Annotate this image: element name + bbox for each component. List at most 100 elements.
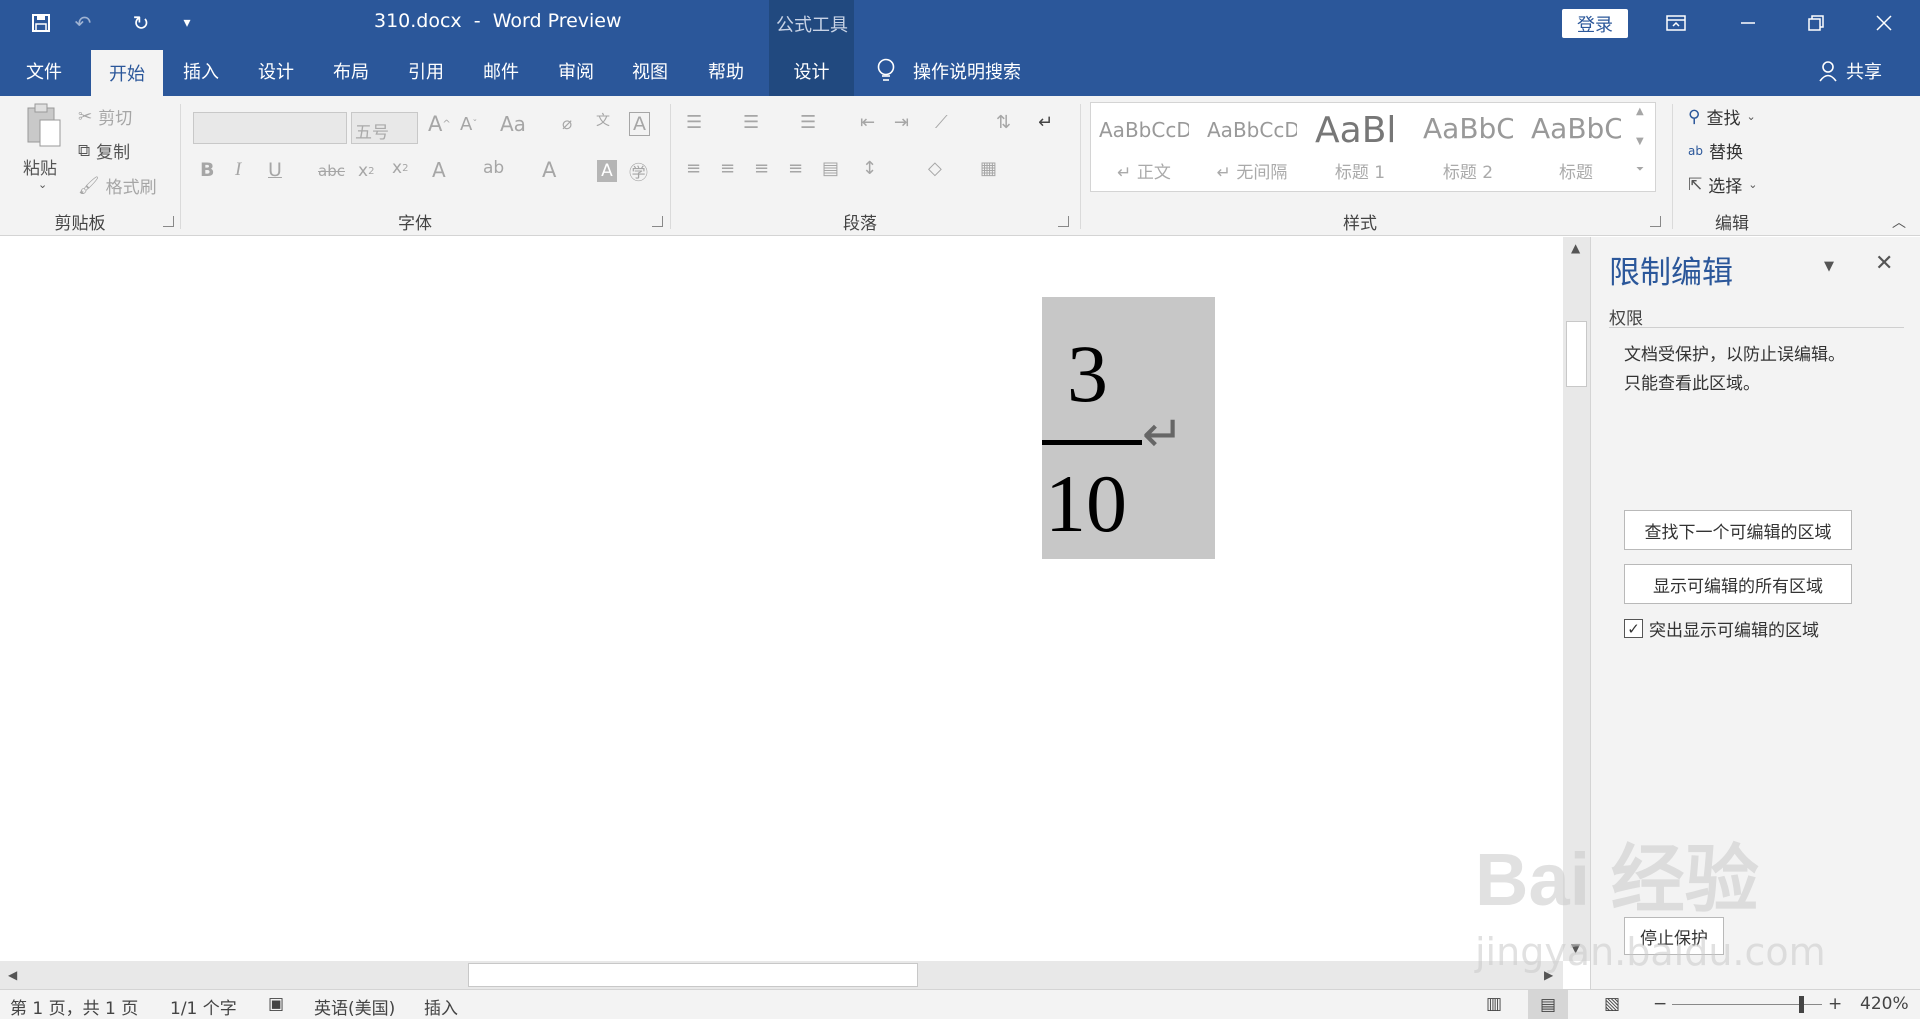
line-spacing-icon[interactable]: ↕ [862,158,877,179]
ribbon-display-options-icon[interactable] [1648,0,1704,46]
distributed-icon[interactable]: ▤ [822,158,839,179]
proofing-icon[interactable]: ▣ [268,994,284,1014]
replace-button[interactable]: ab 替换 [1688,138,1743,163]
web-layout-icon[interactable]: ▧ [1604,994,1620,1014]
paste-dropdown-icon[interactable]: ⌄ [38,178,47,191]
styles-dialog-launcher-icon[interactable] [1650,216,1661,227]
italic-icon[interactable]: I [235,159,241,181]
insert-mode-status[interactable]: 插入 [424,994,458,1019]
share-button[interactable]: 共享 [1818,46,1882,96]
word-count[interactable]: 1/1 个字 [170,994,237,1019]
strikethrough-icon[interactable]: abc [318,162,345,180]
print-layout-icon[interactable]: ▤ [1528,990,1568,1019]
close-pane-icon[interactable]: ✕ [1875,251,1893,276]
equation-box[interactable]: 3 10 ↵ [1042,297,1215,559]
tab-design[interactable]: 设计 [240,46,312,96]
style-title[interactable]: AaBbC 标题 [1527,110,1625,184]
bold-icon[interactable]: B [200,159,214,181]
style-heading-1[interactable]: AaBl 标题 1 [1311,110,1409,184]
gallery-more-icon[interactable]: ⏷ [1636,164,1644,175]
paste-button[interactable]: 粘贴 [23,154,57,179]
enclose-characters-icon[interactable]: ㊫ [629,158,648,185]
tab-file[interactable]: 文件 [0,46,88,96]
decrease-indent-icon[interactable]: ⇤ [860,112,875,133]
shading-icon[interactable]: ◇ [928,158,942,179]
highlight-color-icon[interactable]: ab [483,158,504,178]
scroll-up-icon[interactable]: ▲ [1571,241,1580,255]
customize-icon[interactable]: ▾ [174,10,200,36]
login-button[interactable]: 登录 [1562,9,1628,38]
redo-icon[interactable]: ↻ [128,10,154,36]
grow-font-icon[interactable]: A ^ [428,112,451,136]
tab-mailings[interactable]: 邮件 [465,46,537,96]
undo-icon[interactable]: ↶ [70,10,96,36]
cut-button[interactable]: ✂ 剪切 [78,104,132,130]
zoom-in-icon[interactable]: + [1828,994,1842,1014]
document-page[interactable]: 3 10 ↵ [0,237,1563,961]
tab-review[interactable]: 审阅 [540,46,612,96]
tab-home[interactable]: 开始 [91,50,163,96]
bullets-icon[interactable]: ☰ [686,112,702,133]
pane-options-icon[interactable]: ▼ [1824,259,1834,274]
show-all-editable-button[interactable]: 显示可编辑的所有区域 [1624,564,1852,604]
underline-icon[interactable]: U [268,159,282,181]
close-icon[interactable] [1856,0,1912,46]
chinese-layout-icon[interactable]: ⟋ [935,112,948,133]
select-button[interactable]: ⇱ 选择 ⌄ [1688,172,1757,198]
style-no-spacing[interactable]: AaBbCcDc ↵ 无间隔 [1203,110,1301,184]
font-size-combo[interactable]: 五号 [351,112,418,144]
font-color-icon[interactable]: A [542,158,556,182]
character-shading-icon[interactable]: A [597,160,617,182]
phonetic-guide-icon[interactable]: 文 [596,110,610,130]
tab-references[interactable]: 引用 [390,46,462,96]
text-effects-icon[interactable]: A [432,158,446,182]
align-right-icon[interactable]: ≡ [754,158,769,179]
read-mode-icon[interactable]: ▥ [1486,994,1502,1014]
multilevel-list-icon[interactable]: ☰ [800,112,816,133]
tell-me-search[interactable]: 操作说明搜索 [875,46,1021,96]
font-dialog-launcher-icon[interactable] [652,216,663,227]
zoom-slider-thumb[interactable] [1799,996,1804,1013]
horizontal-scrollbar[interactable]: ◀ ▶ [0,961,1563,989]
language-status[interactable]: 英语(美国) [314,994,395,1019]
tab-view[interactable]: 视图 [614,46,686,96]
justify-icon[interactable]: ≡ [788,158,803,179]
gallery-scroll-up-icon[interactable]: ▲ [1636,106,1644,117]
zoom-out-icon[interactable]: − [1653,994,1667,1014]
align-center-icon[interactable]: ≡ [720,158,735,179]
page-count[interactable]: 第 1 页，共 1 页 [10,994,138,1019]
restore-icon[interactable] [1788,0,1844,46]
find-button[interactable]: ⚲ 查找 ⌄ [1688,104,1756,130]
tab-help[interactable]: 帮助 [690,46,762,96]
subscript-icon[interactable]: x2 [358,161,374,181]
format-painter-button[interactable]: 🖌 格式刷 [78,173,157,199]
clear-formatting-icon[interactable]: ⌀ [562,114,572,134]
tab-layout[interactable]: 布局 [315,46,387,96]
change-case-button[interactable]: Aa [500,112,526,136]
align-left-icon[interactable]: ≡ [686,158,701,179]
save-icon[interactable] [28,10,54,36]
increase-indent-icon[interactable]: ⇥ [894,112,909,133]
horizontal-scroll-thumb[interactable] [468,963,918,987]
style-normal[interactable]: AaBbCcDc ↵ 正文 [1095,110,1193,184]
shrink-font-icon[interactable]: Aˇ [460,114,477,135]
fraction-numerator[interactable]: 3 [1067,327,1108,421]
paste-icon[interactable] [22,102,66,150]
show-marks-icon[interactable]: ↵ [1038,112,1053,133]
character-border-icon[interactable]: A [629,112,650,136]
collapse-ribbon-icon[interactable]: ︿ [1892,212,1906,232]
borders-icon[interactable]: ▦ [980,158,997,179]
numbering-icon[interactable]: ☰ [743,112,759,133]
tab-equation-design[interactable]: 设计 [769,46,854,96]
vertical-scroll-thumb[interactable] [1566,321,1587,387]
clipboard-dialog-launcher-icon[interactable] [163,216,174,227]
sort-icon[interactable]: ⇅ [996,112,1011,133]
fraction-denominator[interactable]: 10 [1045,457,1127,551]
find-next-editable-button[interactable]: 查找下一个可编辑的区域 [1624,510,1852,550]
scroll-left-icon[interactable]: ◀ [8,968,17,982]
font-name-combo[interactable] [193,112,347,144]
paragraph-dialog-launcher-icon[interactable] [1058,216,1069,227]
style-heading-2[interactable]: AaBbC 标题 2 [1419,110,1517,184]
gallery-scroll-down-icon[interactable]: ▼ [1636,136,1644,147]
highlight-editable-option[interactable]: ✓ 突出显示可编辑的区域 [1624,616,1819,641]
